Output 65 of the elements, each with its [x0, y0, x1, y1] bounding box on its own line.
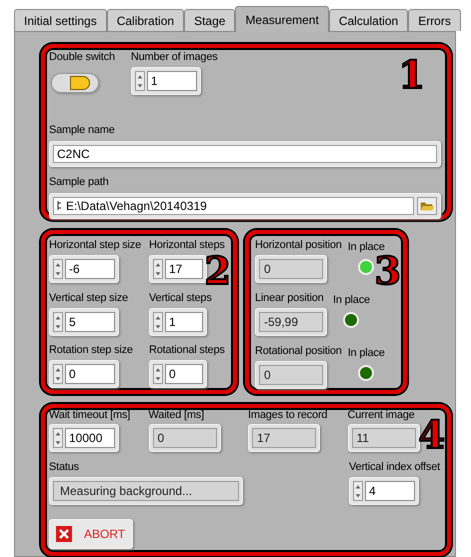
control-label: Vertical steps [149, 290, 212, 306]
control-label: Rotation step size [49, 343, 133, 358]
numeric-indicator: 17 [248, 424, 320, 452]
numeric-control[interactable]: 5 [49, 308, 119, 336]
text-field[interactable]: C2NC [49, 141, 441, 167]
control-label: In place [333, 293, 370, 308]
numeric-value: -6 [65, 259, 115, 279]
control-label: Sample name [49, 123, 115, 138]
numeric-value: 1 [146, 71, 197, 91]
numeric-control[interactable]: 4 [349, 477, 419, 505]
numeric-control[interactable]: 1 [130, 67, 201, 95]
numeric-control[interactable]: 0 [149, 360, 207, 388]
numeric-value: 0 [65, 364, 115, 384]
numeric-indicator: 0 [148, 424, 220, 452]
control-label: Waited [ms] [148, 408, 204, 423]
tab[interactable]: Errors [408, 9, 461, 31]
numeric-indicator: 11 [348, 424, 420, 452]
numeric-value: 5 [65, 312, 115, 332]
toggle-switch[interactable] [51, 73, 99, 93]
numeric-value: 17 [165, 259, 203, 279]
numeric-value: 1 [165, 312, 203, 332]
numeric-control[interactable]: 0 [49, 360, 119, 388]
control-label: Wait timeout [ms] [49, 408, 130, 423]
abort-button[interactable]: ABORT [49, 519, 133, 549]
tab[interactable]: Measurement [235, 6, 329, 32]
tab[interactable]: Initial settings [14, 9, 107, 31]
control-label: Horizontal position [255, 238, 342, 253]
numeric-value: 4 [365, 481, 415, 501]
tab[interactable]: Stage [184, 9, 236, 31]
close-icon [56, 526, 72, 542]
tab[interactable]: Calibration [106, 9, 184, 31]
control-label: In place [348, 240, 385, 255]
control-label: Current image [348, 408, 415, 423]
control-label: Horizontal step size [49, 238, 141, 253]
path-field[interactable]: E:\Data\Vehagn\20140319 [49, 193, 441, 219]
numeric-control[interactable]: 10000 [49, 424, 119, 452]
control-label: Rotational position [255, 344, 342, 359]
numeric-indicator: -59,99 [255, 308, 327, 336]
numeric-control[interactable]: -6 [49, 255, 119, 283]
numeric-value: 0 [165, 364, 203, 384]
control-label: Vertical index offset [349, 460, 440, 475]
numeric-value: 10000 [65, 428, 115, 448]
numeric-control[interactable]: 1 [149, 308, 207, 336]
control-label: In place [348, 346, 385, 361]
path-icon [57, 201, 63, 211]
control-label: Double switch [49, 50, 115, 65]
control-label: Status [49, 460, 79, 475]
tab[interactable]: Calculation [328, 9, 408, 31]
control-label: Rotational steps [149, 343, 225, 358]
numeric-indicator: 0 [255, 361, 327, 389]
numeric-indicator: 0 [255, 255, 327, 283]
annotation-number: 2 [204, 252, 231, 290]
control-label: Linear position [255, 291, 324, 306]
control-label: Horizontal steps [149, 238, 225, 253]
folder-icon[interactable] [417, 197, 437, 215]
control-label: Vertical step size [49, 290, 128, 306]
status-indicator: Measuring background... [49, 477, 243, 505]
annotation-number: 3 [374, 252, 401, 290]
annotation-number: 1 [398, 56, 425, 94]
control-label: Number of images [130, 50, 218, 65]
control-label: Sample path [49, 175, 109, 190]
numeric-control[interactable]: 17 [149, 255, 207, 283]
path-value: E:\Data\Vehagn\20140319 [66, 198, 207, 215]
control-label: Images to record [248, 408, 328, 423]
annotation-number: 4 [418, 416, 445, 454]
